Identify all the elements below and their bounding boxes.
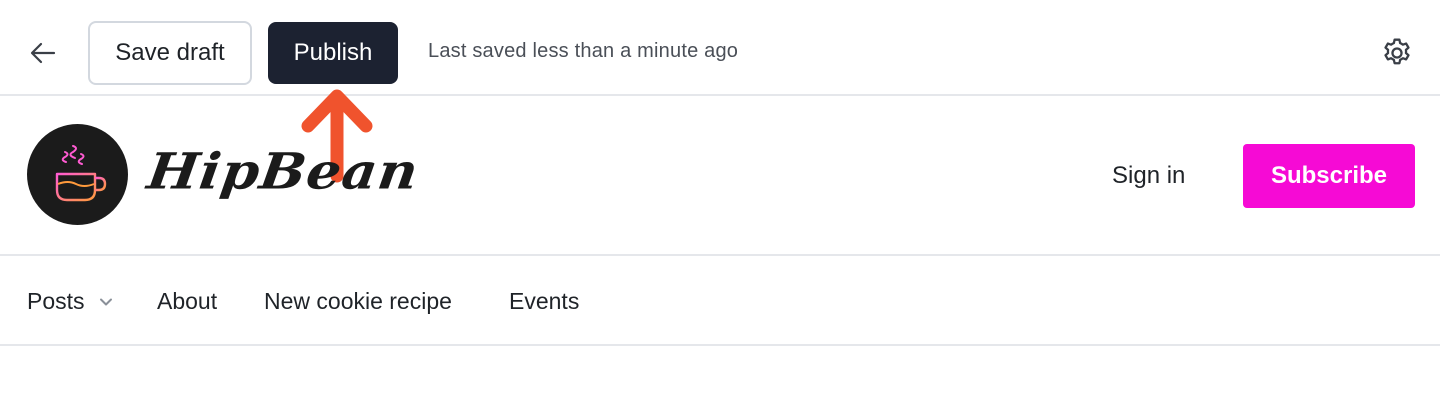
nav-item-label: Posts bbox=[27, 288, 85, 314]
nav-item-label: Events bbox=[509, 288, 580, 314]
gear-icon bbox=[1384, 38, 1410, 65]
save-status-text: Last saved less than a minute ago bbox=[428, 40, 739, 62]
site-nav: Posts About New cookie recipe Events bbox=[0, 256, 1440, 346]
subscribe-button[interactable]: Subscribe bbox=[1243, 144, 1415, 208]
sign-in-link[interactable]: Sign in bbox=[1112, 162, 1185, 190]
chevron-down-icon bbox=[99, 297, 113, 307]
back-button[interactable] bbox=[22, 32, 64, 74]
site-header: HipBean Sign in Subscribe bbox=[0, 96, 1440, 256]
publish-button[interactable]: Publish bbox=[268, 22, 398, 84]
coffee-cup-icon bbox=[55, 144, 106, 201]
arrow-left-icon bbox=[30, 42, 56, 64]
nav-item-about[interactable]: About bbox=[157, 288, 217, 315]
nav-item-events[interactable]: Events bbox=[509, 288, 579, 315]
save-draft-button[interactable]: Save draft bbox=[88, 21, 252, 85]
nav-item-label: New cookie recipe bbox=[264, 288, 452, 314]
editor-toolbar: Save draft Publish Last saved less than … bbox=[0, 0, 1440, 96]
brand-name[interactable]: HipBean bbox=[144, 142, 423, 201]
nav-item-label: About bbox=[157, 288, 218, 314]
settings-button[interactable] bbox=[1377, 33, 1417, 73]
nav-item-posts[interactable]: Posts bbox=[27, 288, 113, 315]
nav-item-new-cookie-recipe[interactable]: New cookie recipe bbox=[264, 288, 452, 315]
logo[interactable] bbox=[27, 124, 128, 225]
